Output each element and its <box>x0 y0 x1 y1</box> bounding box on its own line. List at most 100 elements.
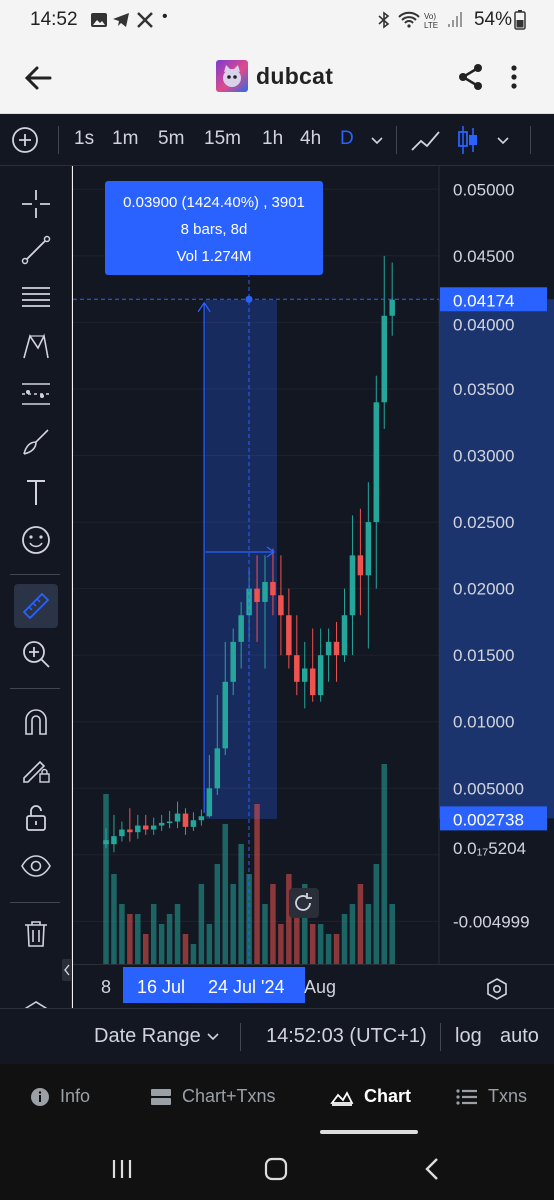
horizontal-lines-tool[interactable] <box>14 276 58 320</box>
share-icon[interactable] <box>456 62 486 92</box>
price-label: 0.005000 <box>453 779 524 798</box>
chevron-down-icon[interactable] <box>370 136 384 146</box>
candle-body <box>222 681 228 749</box>
candle-body <box>302 668 308 682</box>
measure-tool[interactable] <box>14 584 58 628</box>
zoom-tool[interactable] <box>14 632 58 676</box>
price-label: 0.05000 <box>453 180 514 199</box>
status-bar: 14:52 • Vo) LTE 54% <box>0 0 554 40</box>
price-label: 0.03500 <box>453 380 514 399</box>
svg-text:LTE: LTE <box>424 21 438 29</box>
brush-tool[interactable] <box>14 420 58 464</box>
date-range-chevron-icon[interactable] <box>207 1033 219 1041</box>
add-indicator-icon[interactable] <box>11 126 39 154</box>
time-axis[interactable]: 8 16 Jul 24 Jul '24 Aug <box>73 964 554 1008</box>
price-label: 0.02000 <box>453 580 514 599</box>
home-icon[interactable] <box>264 1157 288 1181</box>
status-dot: • <box>162 8 168 25</box>
auto-scale-toggle[interactable]: auto <box>500 1025 539 1048</box>
log-scale-toggle[interactable]: log <box>455 1025 482 1048</box>
volume-bar <box>206 924 213 964</box>
trend-line-tool[interactable] <box>14 228 58 272</box>
time-label: 8 <box>101 977 112 997</box>
candles-icon[interactable] <box>456 124 480 156</box>
interval-15m[interactable]: 15m <box>204 128 241 150</box>
candle-body <box>341 615 348 656</box>
chart-canvas[interactable]: 0.03900 (1424.40%) , 3901 8 bars, 8d Vol 1… <box>73 166 554 964</box>
toolbar-divider <box>58 126 59 154</box>
text-tool[interactable] <box>14 470 58 514</box>
volume-bar <box>166 914 173 964</box>
candle-body <box>190 820 197 827</box>
signal-icon <box>448 12 462 27</box>
nav-info[interactable]: Info <box>30 1086 90 1107</box>
crosshair-icon <box>22 190 50 218</box>
bluetooth-icon <box>378 11 390 29</box>
timezone-clock[interactable]: 14:52:03 (UTC+1) <box>266 1025 427 1048</box>
crosshair-tool[interactable] <box>14 182 58 226</box>
candle-body <box>158 822 165 826</box>
chart-type-chevron-icon[interactable] <box>496 136 510 146</box>
fib-lines-icon <box>22 287 50 307</box>
list-icon <box>456 1088 477 1105</box>
emoji-tool[interactable] <box>14 518 58 562</box>
nav-chart-txns[interactable]: Chart+Txns <box>150 1086 276 1107</box>
nav-txns[interactable]: Txns <box>456 1086 527 1107</box>
price-label: 0.02500 <box>453 513 514 532</box>
back-arrow-icon[interactable] <box>22 62 54 94</box>
candle-body <box>262 581 268 602</box>
line-chart-icon[interactable] <box>410 126 442 154</box>
price-label: -0.004999 <box>453 912 530 931</box>
tool-divider <box>10 688 60 689</box>
lock-drawing-tool[interactable] <box>14 748 58 792</box>
price-chart[interactable]: 0.03900 (1424.40%) , 3901 8 bars, 8d Vol 1… <box>73 166 554 964</box>
hide-drawings-tool[interactable] <box>14 844 58 888</box>
price-label: 0.0₁₇5204 <box>453 839 526 858</box>
price-label: 0.01000 <box>453 713 514 732</box>
status-time: 14:52 <box>30 9 78 30</box>
nav-label: Info <box>60 1086 91 1106</box>
measure-price-label: 0.002738 <box>453 810 524 829</box>
volume-bar <box>389 904 395 964</box>
magnet-tool[interactable] <box>14 700 58 744</box>
volume-bar <box>286 874 292 964</box>
interval-5m[interactable]: 5m <box>158 128 184 150</box>
candle-body <box>119 829 125 837</box>
volume-bar <box>349 904 356 964</box>
volume-bar <box>333 934 340 964</box>
interval-1s[interactable]: 1s <box>74 128 94 150</box>
measure-tooltip-change: 0.03900 (1424.40%) , 3901 <box>123 194 305 211</box>
bottom-navigation: Info Chart+Txns Chart Txns <box>0 1064 554 1140</box>
volume-bar <box>254 804 260 964</box>
lock-all-tool[interactable] <box>14 796 58 840</box>
chart-settings-icon[interactable] <box>485 977 509 1001</box>
candle-body <box>111 836 117 845</box>
nav-chart[interactable]: Chart <box>330 1086 411 1107</box>
delete-drawings-tool[interactable] <box>14 912 58 956</box>
current-price-label: 0.04174 <box>453 291 514 310</box>
more-options-icon[interactable] <box>504 62 524 92</box>
recent-apps-icon[interactable] <box>110 1158 134 1180</box>
tool-divider <box>10 902 60 903</box>
collapse-panel-icon[interactable] <box>62 959 72 981</box>
volume-bar <box>158 924 165 964</box>
candle-body <box>230 641 236 682</box>
toolbar-divider <box>396 126 397 154</box>
interval-d[interactable]: D <box>340 128 354 150</box>
candle-body <box>270 581 276 596</box>
pattern-tool[interactable] <box>14 324 58 368</box>
smiley-icon <box>22 526 50 554</box>
candle-body <box>333 641 340 656</box>
text-icon <box>27 480 45 505</box>
ruler-icon <box>22 592 50 620</box>
candle-body <box>143 825 149 830</box>
interval-4h[interactable]: 4h <box>300 128 321 150</box>
volume-bar <box>317 924 324 964</box>
candle-body <box>174 813 181 822</box>
date-range-button[interactable]: Date Range <box>94 1025 201 1048</box>
prediction-tool[interactable] <box>14 372 58 416</box>
interval-1m[interactable]: 1m <box>112 128 138 150</box>
back-nav-icon[interactable] <box>424 1157 440 1181</box>
tool-divider <box>10 574 60 575</box>
interval-1h[interactable]: 1h <box>262 128 283 150</box>
